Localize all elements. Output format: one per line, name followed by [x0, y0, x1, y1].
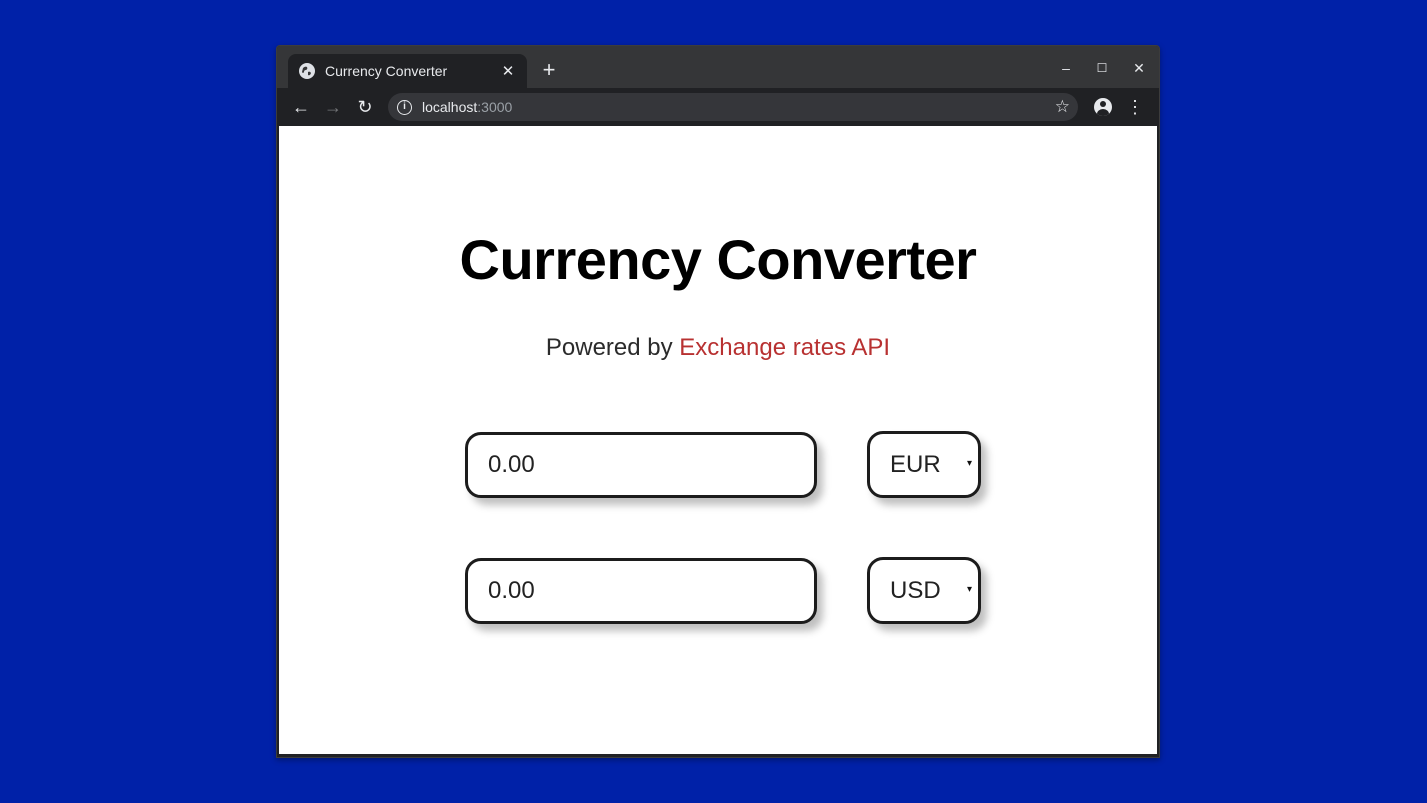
- amount-input-to[interactable]: [465, 558, 817, 624]
- page-title: Currency Converter: [459, 228, 977, 291]
- currency-select-to[interactable]: USD ▾: [867, 557, 981, 624]
- back-arrow-icon[interactable]: ←: [290, 96, 312, 118]
- bookmark-star-icon[interactable]: ☆: [1055, 97, 1070, 117]
- browser-window: Currency Converter ✕ + – ☐ ✕ ← → ↻ i loc…: [276, 45, 1160, 758]
- chevron-down-icon: ▾: [966, 458, 972, 469]
- close-tab-icon[interactable]: ✕: [499, 64, 517, 79]
- browser-toolbar: ← → ↻ i localhost:3000 ☆ ⋮: [277, 88, 1159, 126]
- currency-select-from[interactable]: EUR ▾: [867, 431, 981, 498]
- reload-icon[interactable]: ↻: [354, 96, 376, 118]
- chevron-down-icon: ▾: [966, 584, 972, 595]
- currency-code: USD: [890, 576, 941, 604]
- powered-by-prefix: Powered by: [545, 334, 680, 361]
- address-bar[interactable]: i localhost:3000 ☆: [388, 93, 1078, 121]
- maximize-icon[interactable]: ☐: [1092, 58, 1112, 78]
- globe-icon: [299, 63, 315, 79]
- new-tab-button[interactable]: +: [538, 59, 560, 81]
- tab-strip: Currency Converter ✕ + – ☐ ✕: [277, 46, 1159, 88]
- profile-avatar-icon[interactable]: [1092, 96, 1114, 118]
- close-window-icon[interactable]: ✕: [1129, 58, 1149, 78]
- minimize-icon[interactable]: –: [1056, 58, 1076, 78]
- exchange-rates-api-link[interactable]: Exchange rates API: [679, 334, 890, 361]
- url-host: localhost: [422, 99, 478, 115]
- forward-arrow-icon[interactable]: →: [322, 96, 344, 118]
- browser-menu-icon[interactable]: ⋮: [1124, 96, 1146, 118]
- url-port: :3000: [477, 99, 513, 115]
- amount-input-from[interactable]: [465, 432, 817, 498]
- site-info-icon[interactable]: i: [397, 99, 412, 115]
- powered-by-text: Powered by Exchange rates API: [279, 334, 1157, 362]
- page-content: Currency Converter Powered by Exchange r…: [279, 126, 1157, 754]
- currency-code: EUR: [890, 450, 941, 478]
- tab-currency-converter[interactable]: Currency Converter ✕: [288, 54, 527, 88]
- tab-title: Currency Converter: [325, 63, 448, 79]
